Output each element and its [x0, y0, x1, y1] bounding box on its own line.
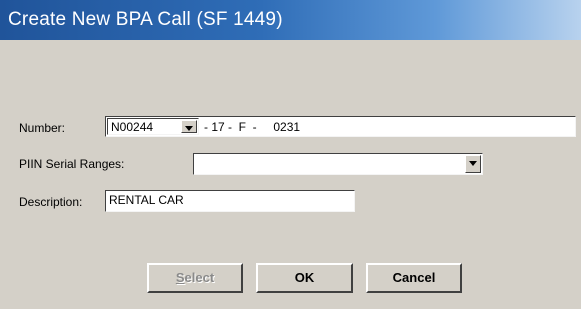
piin-serial-ranges-label: PIIN Serial Ranges:	[19, 157, 125, 171]
cancel-button-label: Cancel	[392, 270, 436, 285]
description-value: RENTAL CAR	[109, 193, 184, 207]
ok-button-label: OK	[294, 270, 315, 285]
number-field-container: N00244 - 17 - F - 0231	[105, 116, 576, 137]
number-prefix-value: N00244	[111, 120, 154, 134]
select-button-label: Select	[175, 270, 215, 285]
description-label: Description:	[19, 195, 83, 209]
number-prefix-dropdown-button[interactable]	[181, 120, 197, 133]
number-prefix-combobox[interactable]: N00244	[107, 118, 199, 135]
number-segments: - 17 - F - 0231	[204, 120, 301, 134]
number-label: Number:	[19, 121, 66, 135]
ok-button[interactable]: OK	[256, 263, 353, 293]
cancel-button[interactable]: Cancel	[366, 263, 462, 293]
create-bpa-call-dialog: Create New BPA Call (SF 1449) Number: N0…	[0, 0, 581, 309]
select-button[interactable]: Select	[147, 263, 243, 293]
description-input[interactable]: RENTAL CAR	[105, 190, 355, 212]
title-bar[interactable]: Create New BPA Call (SF 1449)	[0, 0, 581, 40]
piin-dropdown-button[interactable]	[465, 155, 481, 173]
piin-serial-ranges-combobox[interactable]	[193, 153, 483, 175]
chevron-down-icon	[469, 161, 477, 166]
window-title: Create New BPA Call (SF 1449)	[8, 9, 283, 30]
chevron-down-icon	[185, 126, 193, 131]
